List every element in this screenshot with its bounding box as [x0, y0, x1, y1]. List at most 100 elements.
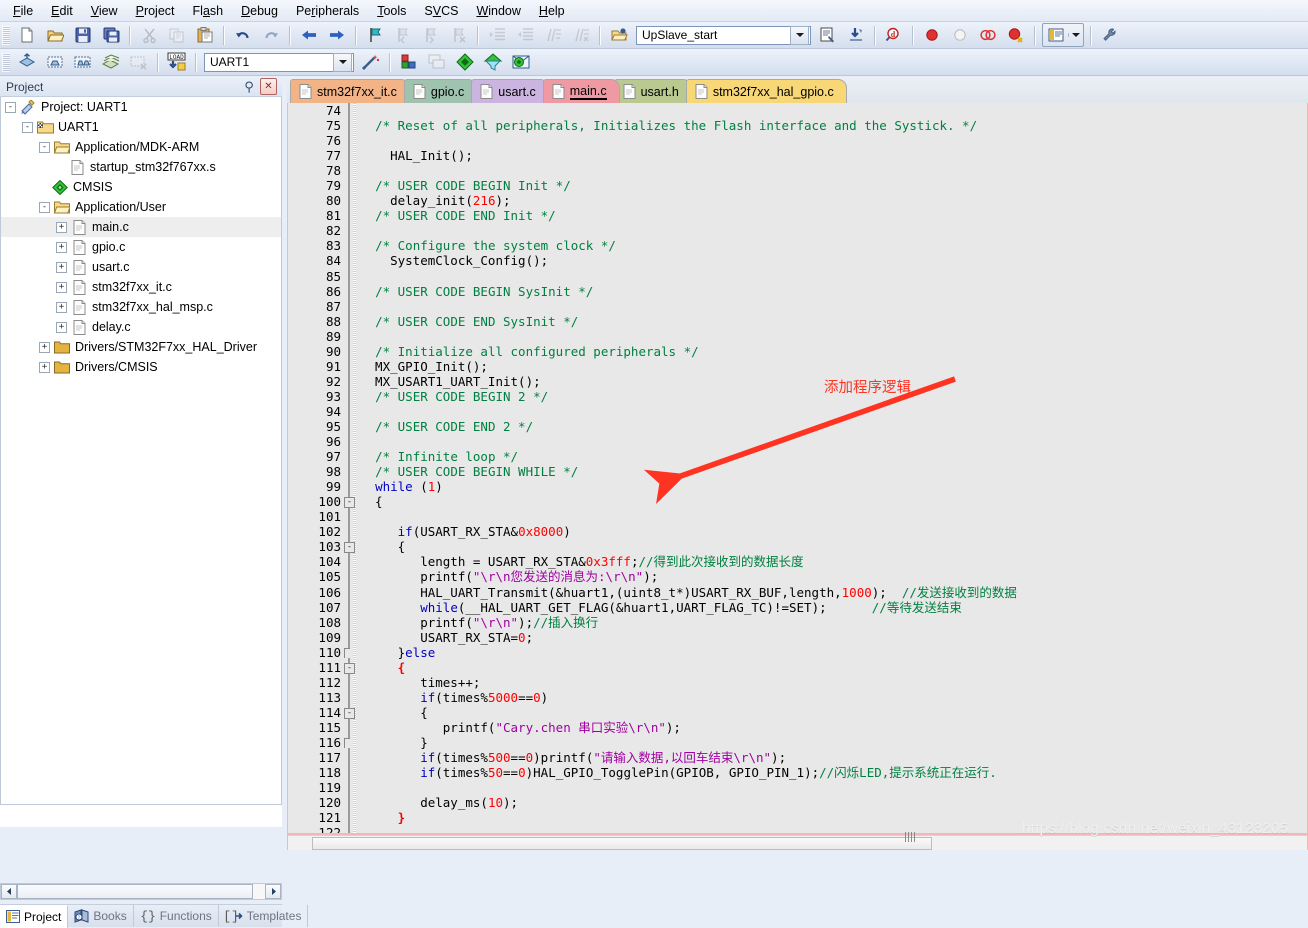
rebuild-all-icon[interactable]: [70, 50, 96, 74]
code-line[interactable]: }else: [360, 645, 1307, 660]
expand-toggle-icon[interactable]: +: [39, 342, 50, 353]
hollow-dot-icon[interactable]: [947, 23, 973, 47]
code-line[interactable]: [360, 163, 1307, 178]
code-line[interactable]: MX_GPIO_Init();: [360, 359, 1307, 374]
code-line[interactable]: while(__HAL_UART_GET_FLAG(&huart1,UART_F…: [360, 600, 1307, 615]
code-text[interactable]: /* Reset of all peripherals, Initializes…: [360, 103, 1307, 833]
panel-tab-project[interactable]: Project: [0, 905, 68, 928]
code-line[interactable]: HAL_UART_Transmit(&huart1,(uint8_t*)USAR…: [360, 585, 1307, 600]
window-layout-button[interactable]: [1042, 23, 1084, 47]
navigate-back-button[interactable]: [296, 23, 322, 47]
code-line[interactable]: }: [360, 735, 1307, 750]
resize-grip[interactable]: [905, 832, 915, 842]
code-line[interactable]: times++;: [360, 675, 1307, 690]
menu-item-flash[interactable]: Flash: [184, 2, 233, 20]
green-diamond-icon[interactable]: [452, 50, 478, 74]
tree-item-main-c[interactable]: +main.c: [1, 217, 281, 237]
two-circles-icon[interactable]: [975, 23, 1001, 47]
paste-button[interactable]: [192, 23, 218, 47]
menu-item-help[interactable]: Help: [530, 2, 574, 20]
tree-item-application-user[interactable]: -Application/User: [1, 197, 281, 217]
navigate-forward-button[interactable]: [324, 23, 350, 47]
code-line[interactable]: /* USER CODE END SysInit */: [360, 314, 1307, 329]
panel-tab-templates[interactable]: []Templates: [219, 905, 309, 927]
translate-file-icon[interactable]: [14, 50, 40, 74]
project-horizontal-scrollbar[interactable]: [0, 883, 282, 900]
editor-tab-gpio-c[interactable]: gpio.c: [404, 79, 477, 103]
project-target-select[interactable]: UART1: [204, 53, 354, 72]
code-line[interactable]: if(times%500==0)printf("请输入数据,以回车结束\r\n"…: [360, 750, 1307, 765]
expand-toggle-icon[interactable]: +: [56, 222, 67, 233]
code-line[interactable]: while (1): [360, 479, 1307, 494]
red-dot-x-icon[interactable]: [1003, 23, 1029, 47]
code-line[interactable]: printf("\r\n");//插入换行: [360, 615, 1307, 630]
menu-item-tools[interactable]: Tools: [368, 2, 415, 20]
expand-toggle-icon[interactable]: +: [56, 322, 67, 333]
chevron-down-icon[interactable]: [333, 53, 352, 72]
code-line[interactable]: [360, 404, 1307, 419]
save-button[interactable]: [70, 23, 96, 47]
tree-item-cmsis[interactable]: CMSIS: [1, 177, 281, 197]
scroll-left-arrow-icon[interactable]: [1, 884, 17, 899]
close-icon[interactable]: ✕: [260, 78, 277, 95]
editor-tab-usart-c[interactable]: usart.c: [471, 79, 549, 103]
code-line[interactable]: {: [360, 660, 1307, 675]
code-line[interactable]: length = USART_RX_STA&0x3fff;//得到此次接收到的数…: [360, 554, 1307, 569]
tree-item-gpio-c[interactable]: +gpio.c: [1, 237, 281, 257]
code-editor[interactable]: 7475767778798081828384858687888990919293…: [288, 103, 1307, 833]
code-line[interactable]: [360, 509, 1307, 524]
menu-item-svcs[interactable]: SVCS: [415, 2, 467, 20]
code-line[interactable]: [360, 223, 1307, 238]
fold-line-icon[interactable]: [344, 648, 350, 658]
new-file-button[interactable]: [14, 23, 40, 47]
code-line[interactable]: /* USER CODE BEGIN WHILE */: [360, 464, 1307, 479]
scroll-right-arrow-icon[interactable]: [265, 884, 281, 899]
code-line[interactable]: if(times%5000==0): [360, 690, 1307, 705]
code-line[interactable]: SystemClock_Config();: [360, 253, 1307, 268]
code-line[interactable]: [360, 299, 1307, 314]
collapse-toggle-icon[interactable]: -: [39, 142, 50, 153]
code-line[interactable]: /* USER CODE BEGIN Init */: [360, 178, 1307, 193]
code-line[interactable]: /* Initialize all configured peripherals…: [360, 344, 1307, 359]
tree-item-drivers-stm32f7xx-hal-driver[interactable]: +Drivers/STM32F7xx_HAL_Driver: [1, 337, 281, 357]
scrollbar-thumb[interactable]: [17, 884, 253, 899]
toolbar-grip[interactable]: [2, 53, 10, 72]
menu-item-edit[interactable]: Edit: [42, 2, 82, 20]
load-flash-icon[interactable]: LOAD: [164, 50, 190, 74]
collapse-toggle-icon[interactable]: -: [22, 122, 33, 133]
code-line[interactable]: printf("\r\n您发送的消息为:\r\n");: [360, 569, 1307, 584]
funnel-diamond-icon[interactable]: [480, 50, 506, 74]
code-line[interactable]: if(USART_RX_STA&0x8000): [360, 524, 1307, 539]
code-line[interactable]: [360, 133, 1307, 148]
build-icon[interactable]: [42, 50, 68, 74]
pin-icon[interactable]: ⚲: [241, 79, 257, 95]
tree-item-project-uart1[interactable]: -Project: UART1: [1, 97, 281, 117]
wrench-icon[interactable]: [1097, 23, 1123, 47]
chevron-down-icon[interactable]: [790, 26, 809, 45]
debug-magnifier-icon[interactable]: d: [881, 23, 907, 47]
batch-build-icon[interactable]: [98, 50, 124, 74]
fold-collapse-icon[interactable]: -: [344, 542, 355, 553]
collapse-toggle-icon[interactable]: -: [5, 102, 16, 113]
editor-horizontal-scrollbar[interactable]: [288, 835, 1307, 850]
magic-wand-icon[interactable]: [358, 50, 384, 74]
chevron-down-icon[interactable]: [1068, 33, 1082, 37]
red-dot-icon[interactable]: [919, 23, 945, 47]
project-items-icon[interactable]: [396, 50, 422, 74]
open-file-button[interactable]: [42, 23, 68, 47]
expand-toggle-icon[interactable]: +: [39, 362, 50, 373]
expand-toggle-icon[interactable]: +: [56, 302, 67, 313]
code-line[interactable]: [360, 329, 1307, 344]
code-line[interactable]: {: [360, 705, 1307, 720]
fold-collapse-icon[interactable]: -: [344, 708, 355, 719]
collapse-toggle-icon[interactable]: -: [39, 202, 50, 213]
menu-item-peripherals[interactable]: Peripherals: [287, 2, 368, 20]
code-line[interactable]: USART_RX_STA=0;: [360, 630, 1307, 645]
tree-item-uart1[interactable]: -UART1: [1, 117, 281, 137]
tree-item-startup-stm32f767xx-s[interactable]: startup_stm32f767xx.s: [1, 157, 281, 177]
code-line[interactable]: {: [360, 539, 1307, 554]
tree-item-application-mdk-arm[interactable]: -Application/MDK-ARM: [1, 137, 281, 157]
tree-item-stm32f7xx-it-c[interactable]: +stm32f7xx_it.c: [1, 277, 281, 297]
expand-toggle-icon[interactable]: +: [56, 242, 67, 253]
code-line[interactable]: [360, 434, 1307, 449]
